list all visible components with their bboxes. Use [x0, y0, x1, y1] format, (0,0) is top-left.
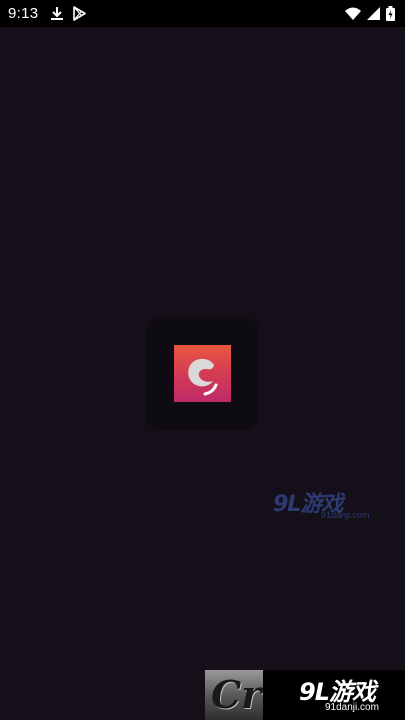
- status-time: 9:13: [8, 5, 39, 22]
- watermark-url: 91danji.com: [321, 510, 370, 520]
- battery-icon: [386, 6, 395, 21]
- status-system-icons: [345, 6, 395, 21]
- app-logo-icon: [174, 345, 231, 402]
- splash-icon-card: [146, 317, 259, 430]
- status-bar: 9:13: [0, 0, 405, 27]
- watermark: 9L游戏 91danji.com: [273, 486, 373, 522]
- banner-url: 91danji.com: [325, 702, 379, 713]
- wifi-icon: [345, 7, 361, 20]
- bottom-watermark-banner: Cr 9L游戏 91danji.com: [205, 670, 405, 720]
- download-icon: [50, 6, 64, 21]
- play-store-icon: [72, 6, 87, 21]
- banner-logo-text: Cr: [211, 672, 262, 717]
- banner-logo-image: Cr: [205, 670, 263, 720]
- signal-icon: [367, 7, 380, 20]
- splash-screen: 9:13 9L游戏 91danji.com Cr 9L游戏 91danji.co…: [0, 0, 405, 720]
- status-notification-icons: [50, 6, 87, 21]
